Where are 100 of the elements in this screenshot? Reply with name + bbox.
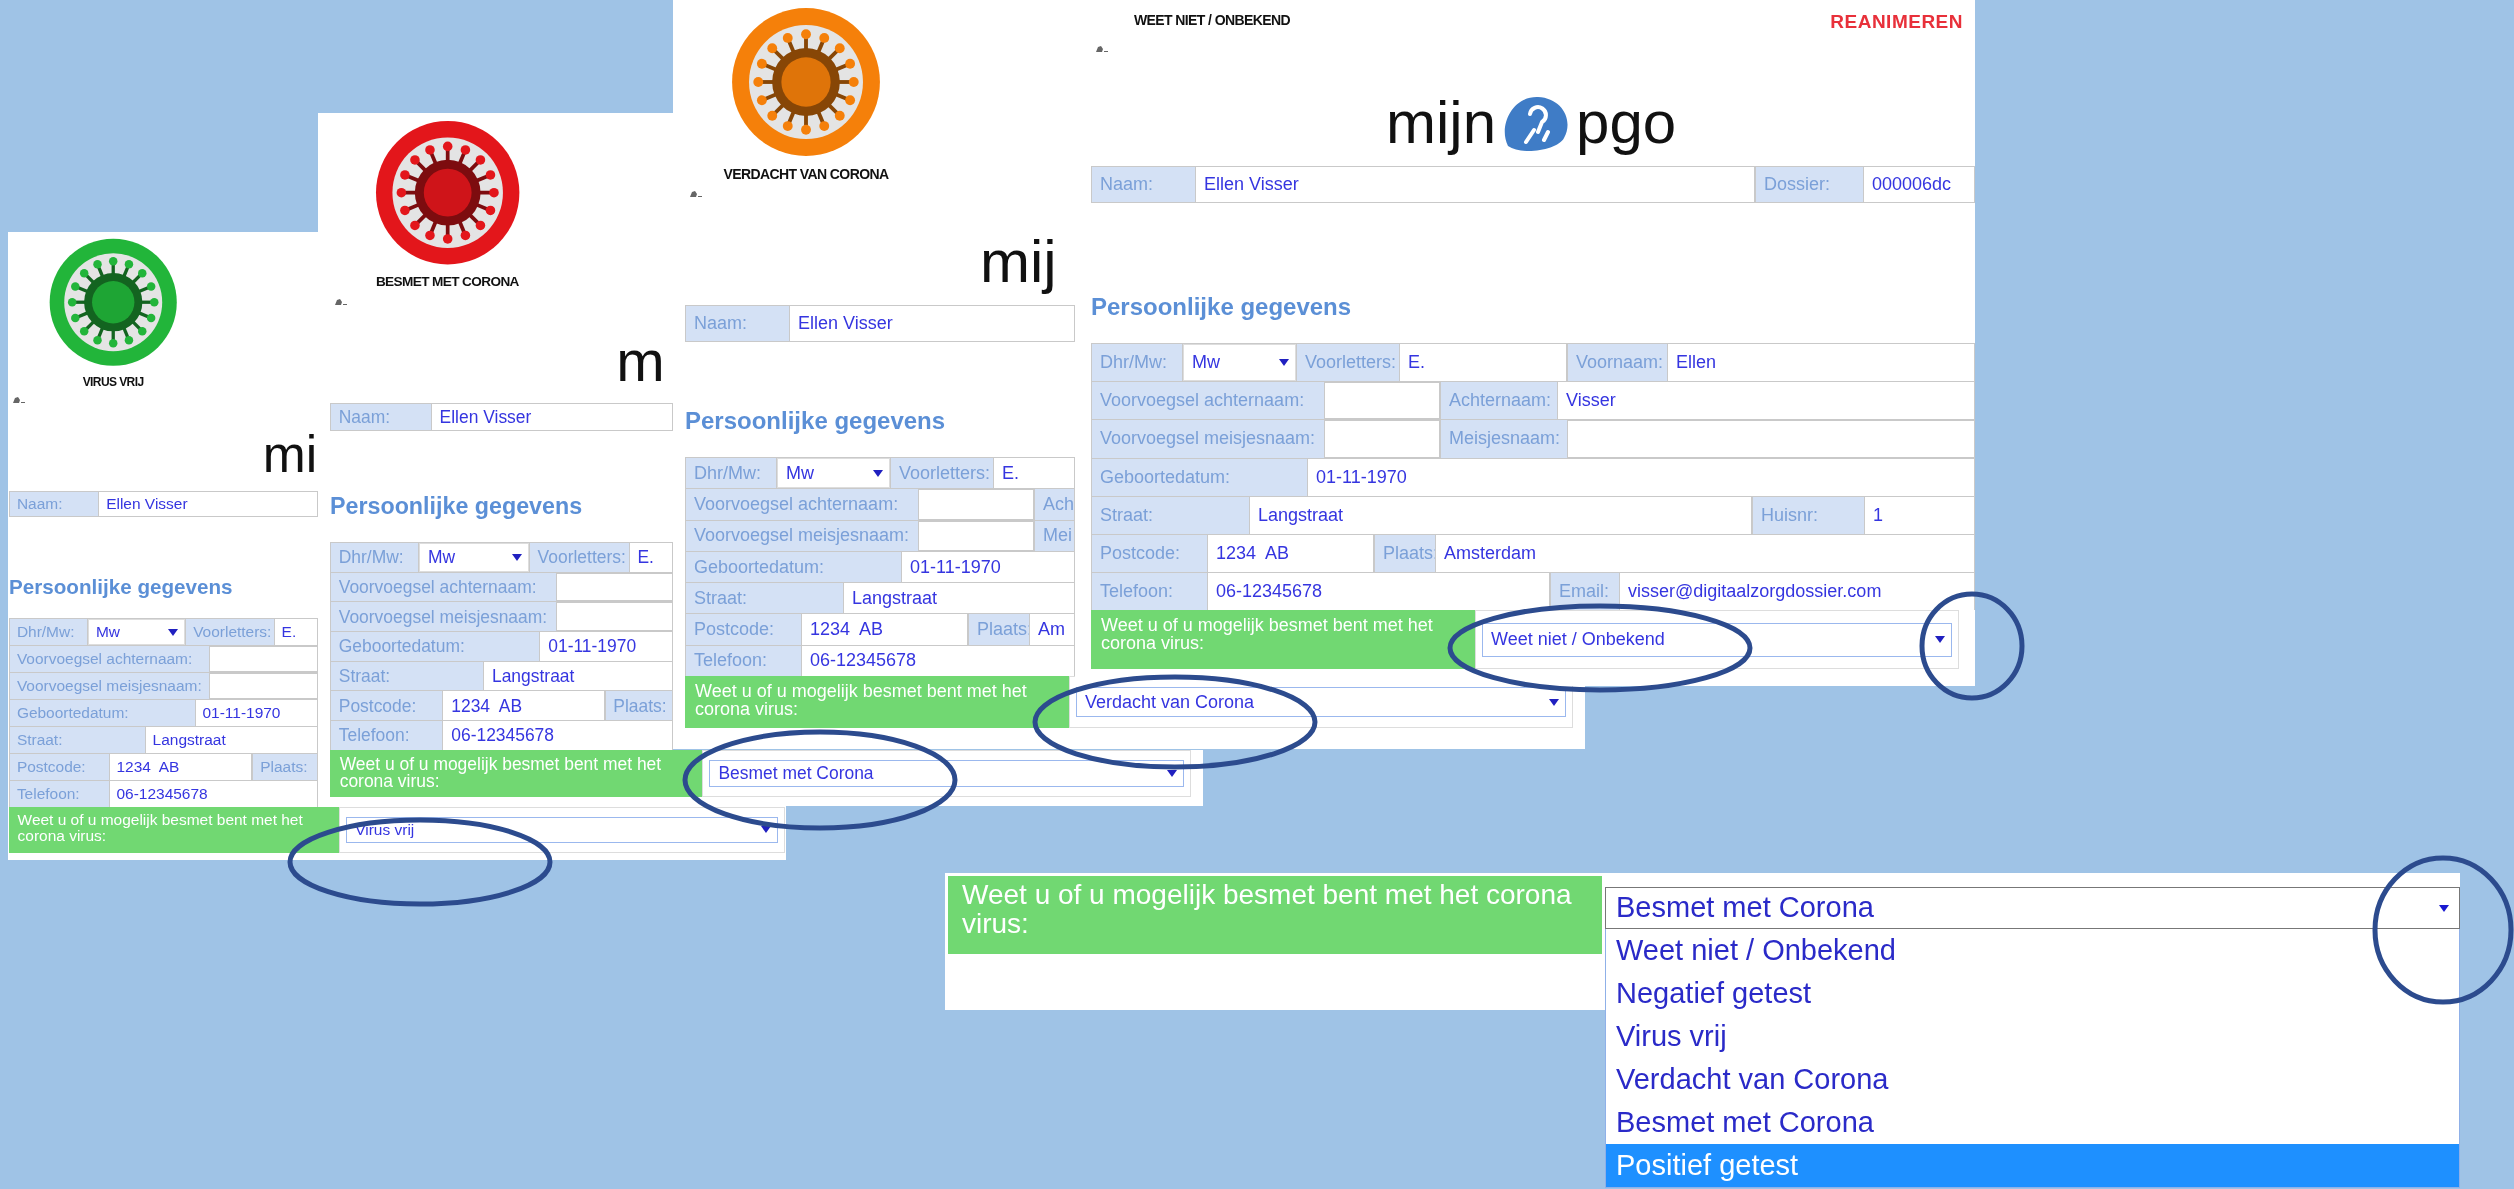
field-label: Ach bbox=[1034, 489, 1075, 520]
section-heading: Persoonlijke gegevens bbox=[685, 409, 946, 433]
caret-icon bbox=[761, 826, 771, 834]
field-label: Dhr/Mw: bbox=[685, 458, 777, 489]
input-field[interactable] bbox=[1325, 382, 1440, 420]
field-label: Voorvoegsel meisjesnaam: bbox=[685, 520, 919, 551]
field-label: Naam: bbox=[1091, 167, 1196, 202]
field-label: Dhr/Mw: bbox=[1091, 344, 1183, 382]
select-field[interactable]: Mw bbox=[1183, 344, 1296, 382]
field-label: Plaats: bbox=[604, 691, 673, 721]
broken-image-icon bbox=[1095, 44, 1109, 53]
caret-icon bbox=[1549, 698, 1559, 706]
field-label: Postcode: bbox=[685, 614, 802, 645]
status-label: VERDACHT VAN CORONA bbox=[723, 167, 889, 183]
question-label: Weet u of u mogelijk besmet bent met het corona virus: bbox=[685, 676, 1069, 729]
caret-icon bbox=[1167, 769, 1177, 777]
field-label: Voorvoegsel meisjesnaam: bbox=[9, 673, 211, 699]
broken-image-icon bbox=[12, 395, 27, 404]
select-field[interactable]: Besmet met Corona bbox=[709, 759, 1184, 787]
input-field[interactable] bbox=[1325, 420, 1440, 458]
field-label: Voorvoegsel achternaam: bbox=[330, 572, 557, 602]
status-label: WEET NIET / ONBEKEND bbox=[1134, 13, 1290, 29]
question-label: Weet u of u mogelijk besmet bent met het corona virus: bbox=[330, 749, 703, 797]
field-label: Voorvoegsel meisjesnaam: bbox=[1091, 420, 1325, 458]
broken-image-icon bbox=[333, 297, 348, 306]
logo-text: m bbox=[616, 329, 665, 394]
select-field[interactable]: Besmet met Corona bbox=[1605, 887, 2460, 929]
field-label: Voorletters: bbox=[185, 619, 275, 645]
input-field[interactable] bbox=[556, 572, 673, 602]
field-label: Huisnr: bbox=[1752, 496, 1865, 534]
field-label: Telefoon: bbox=[685, 645, 802, 677]
status-label: BESMET MET CORONA bbox=[375, 274, 519, 290]
field-label: Straat: bbox=[9, 727, 146, 753]
caret-icon bbox=[511, 553, 522, 561]
field-label: Telefoon: bbox=[9, 781, 110, 807]
dropdown-option[interactable]: Weet niet / Onbekend bbox=[1606, 929, 2459, 972]
field-label: Dhr/Mw: bbox=[330, 543, 420, 572]
field-label: Voorvoegsel achternaam: bbox=[685, 489, 919, 520]
question-label: Weet u of u mogelijk besmet bent met het corona virus: bbox=[948, 876, 1602, 954]
field-label: Mei bbox=[1034, 520, 1075, 551]
select-field[interactable]: Mw bbox=[777, 458, 890, 489]
field-label: Voorletters: bbox=[528, 543, 630, 572]
virus-icon bbox=[729, 5, 883, 159]
dropdown-option[interactable]: Verdacht van Corona bbox=[1606, 1058, 2459, 1101]
field-label: Naam: bbox=[685, 306, 790, 341]
caret-icon bbox=[168, 628, 179, 636]
field-label: Dhr/Mw: bbox=[9, 619, 89, 645]
field-label: Telefoon: bbox=[330, 721, 444, 750]
field-label: Voorletters: bbox=[1296, 344, 1400, 382]
logo-text: mi bbox=[262, 425, 318, 483]
dropdown-option[interactable]: Besmet met Corona bbox=[1606, 1101, 2459, 1144]
caret-icon bbox=[873, 469, 883, 477]
input-field[interactable] bbox=[210, 673, 318, 699]
field-label: Postcode: bbox=[1091, 534, 1208, 573]
question-label: Weet u of u mogelijk besmet bent met het corona virus: bbox=[9, 807, 340, 853]
field-label: Geboortedatum: bbox=[1091, 458, 1308, 496]
caret-icon bbox=[1935, 636, 1945, 644]
field-label: Voorletters: bbox=[890, 458, 994, 489]
field-label: Voorvoegsel achternaam: bbox=[1091, 382, 1325, 420]
section-heading: Persoonlijke gegevens bbox=[1091, 295, 1352, 319]
dropdown-option[interactable]: Virus vrij bbox=[1606, 1015, 2459, 1058]
input-field[interactable] bbox=[919, 520, 1034, 551]
dropdown-option[interactable]: Negatief getest bbox=[1606, 972, 2459, 1015]
field-label: Dossier: bbox=[1755, 167, 1864, 202]
logo-text: mijn bbox=[1386, 90, 1496, 156]
field-label: Naam: bbox=[330, 404, 432, 430]
input-field[interactable] bbox=[210, 646, 318, 672]
field-label: Straat: bbox=[1091, 496, 1250, 534]
field-label: Telefoon: bbox=[1091, 573, 1208, 611]
field-label: Voornaam: bbox=[1567, 344, 1668, 382]
section-heading: Persoonlijke gegevens bbox=[9, 576, 233, 598]
input-field[interactable] bbox=[1568, 420, 1975, 458]
field-label: Postcode: bbox=[330, 691, 444, 721]
question-label: Weet u of u mogelijk besmet bent met het corona virus: bbox=[1091, 610, 1475, 670]
field-label: Geboortedatum: bbox=[685, 551, 902, 583]
broken-image-icon bbox=[689, 190, 703, 199]
section-heading: Persoonlijke gegevens bbox=[330, 495, 583, 519]
field-label: Geboortedatum: bbox=[330, 632, 541, 661]
logo-text: pgo bbox=[1576, 90, 1677, 156]
select-field[interactable]: Verdacht van Corona bbox=[1076, 687, 1566, 718]
field-label: Meisjesnaam: bbox=[1440, 420, 1568, 458]
select-field[interactable]: Mw bbox=[419, 543, 529, 572]
status-label: VIRUS VRIJ bbox=[82, 375, 144, 389]
field-label: Voorvoegsel meisjesnaam: bbox=[330, 602, 557, 632]
field-label: Straat: bbox=[685, 583, 844, 614]
field-label: Plaats: bbox=[252, 754, 318, 780]
field-label: Naam: bbox=[9, 492, 100, 516]
input-field[interactable] bbox=[919, 489, 1034, 520]
field-label: Achternaam: bbox=[1440, 382, 1558, 420]
logo-text: mij bbox=[980, 229, 1057, 295]
resuscitate-label: REANIMEREN bbox=[1830, 10, 1963, 34]
select-field[interactable]: Mw bbox=[88, 619, 186, 645]
field-label: Voorvoegsel achternaam: bbox=[9, 646, 211, 672]
input-field[interactable] bbox=[556, 602, 673, 632]
select-field[interactable]: Weet niet / Onbekend bbox=[1482, 622, 1952, 657]
field-label: Postcode: bbox=[9, 754, 110, 780]
caret-icon bbox=[2439, 904, 2449, 912]
field-label: Geboortedatum: bbox=[9, 700, 196, 726]
caret-icon bbox=[1279, 359, 1289, 367]
field-label: Straat: bbox=[330, 661, 485, 691]
